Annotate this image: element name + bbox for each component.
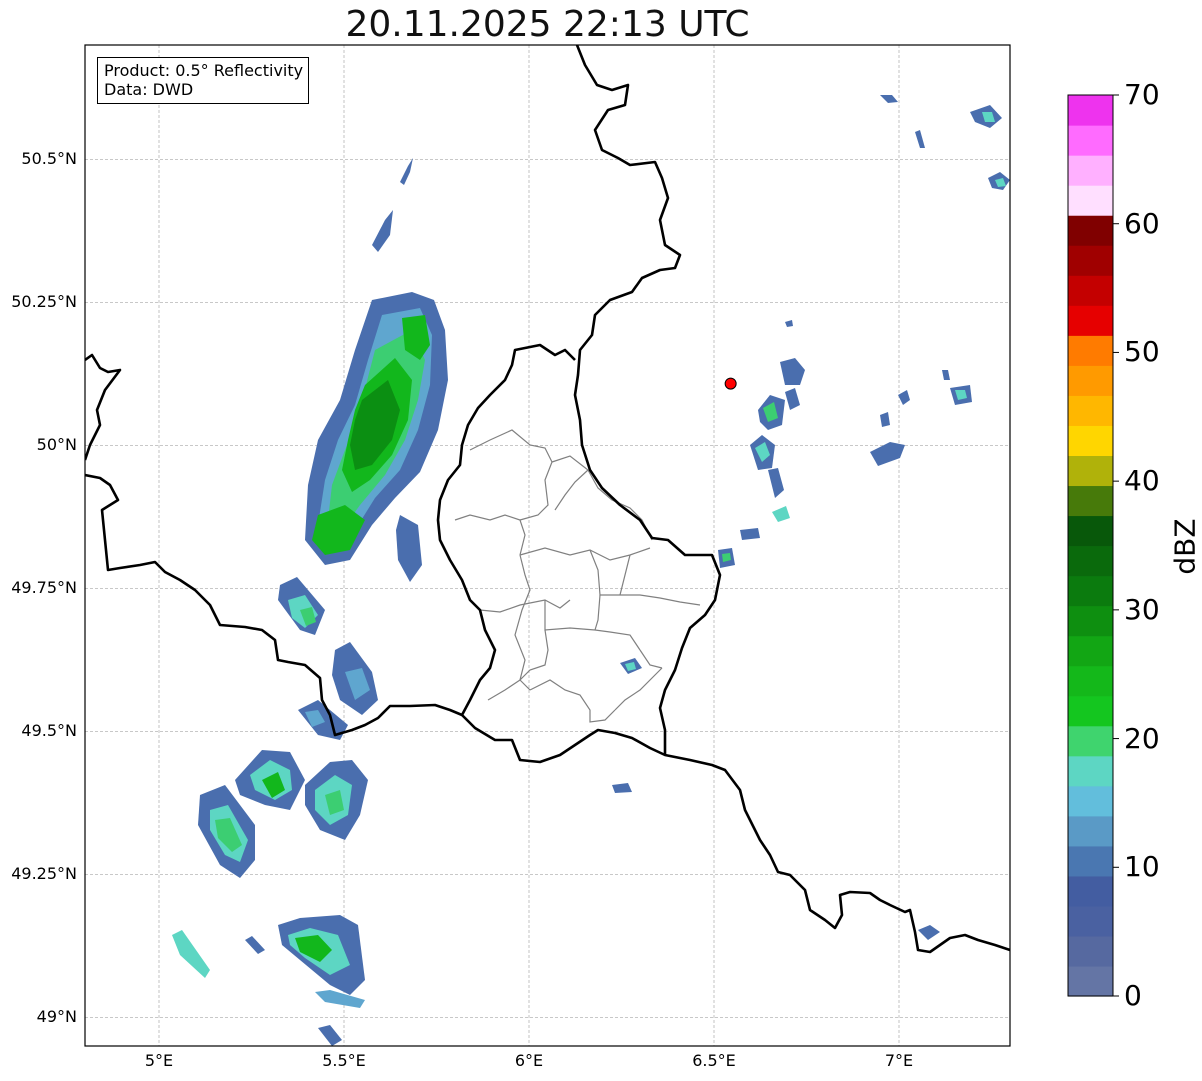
echo-cells-east — [612, 95, 1010, 940]
colorbar-segment — [1068, 845, 1113, 877]
lon-tick-label: 5.5°E — [322, 1051, 366, 1070]
lat-tick-label: 50.25°N — [11, 292, 77, 312]
district-boundaries — [454, 429, 701, 723]
colorbar-segment — [1068, 335, 1113, 366]
colorbar-segment — [1068, 545, 1113, 577]
radar-map[interactable] — [0, 0, 1202, 1081]
colorbar-segment — [1068, 515, 1113, 547]
colorbar-tick-label: 30 — [1124, 592, 1160, 626]
colorbar-tick-label: 70 — [1124, 78, 1160, 111]
radar-site-marker[interactable] — [724, 377, 737, 390]
data-source-text: Data: DWD — [104, 80, 194, 99]
colorbar-tick-label: 20 — [1124, 721, 1160, 755]
colorbar-segment — [1068, 785, 1113, 817]
gridlines — [85, 45, 1010, 1046]
colorbar-segment — [1068, 755, 1113, 787]
lon-tick-label: 6.5°E — [692, 1051, 736, 1070]
colorbar-tick-label: 60 — [1124, 206, 1160, 240]
colorbar-segment — [1068, 395, 1113, 426]
colorbar-segment — [1068, 275, 1113, 306]
colorbar — [1067, 94, 1119, 997]
colorbar-segment — [1068, 575, 1113, 607]
colorbar-segment — [1068, 905, 1113, 937]
colorbar-segment — [1068, 725, 1113, 757]
colorbar-tick-label: 0 — [1124, 979, 1142, 1012]
echo-cells-sw — [172, 750, 368, 1046]
colorbar-label: dBZ — [1168, 518, 1202, 575]
colorbar-segment — [1068, 305, 1113, 336]
colorbar-segment — [1068, 425, 1113, 456]
product-text: Product: 0.5° Reflectivity — [104, 61, 304, 80]
colorbar-segment — [1068, 965, 1113, 997]
colorbar-tick-label: 40 — [1124, 464, 1160, 498]
colorbar-segment — [1068, 935, 1113, 967]
colorbar-segment — [1068, 125, 1113, 156]
colorbar-segment — [1068, 215, 1113, 246]
colorbar-segment — [1068, 485, 1113, 517]
lon-tick-label: 6°E — [514, 1051, 544, 1070]
colorbar-segment — [1068, 875, 1113, 907]
lon-tick-label: 7°E — [884, 1051, 914, 1070]
colorbar-segment — [1068, 455, 1113, 487]
colorbar-tick-label: 50 — [1124, 335, 1160, 369]
lat-tick-label: 49.25°N — [11, 864, 77, 884]
colorbar-segment — [1068, 665, 1113, 697]
lat-tick-label: 50.5°N — [21, 149, 77, 169]
map-frame — [84, 44, 1011, 1047]
lat-tick-label: 49°N — [36, 1007, 77, 1027]
echo-cluster-nw — [305, 158, 448, 582]
lon-tick-label: 5°E — [144, 1051, 174, 1070]
lat-tick-label: 49.5°N — [21, 721, 77, 741]
lat-tick-label: 49.75°N — [11, 578, 77, 598]
lat-tick-label: 50°N — [36, 435, 77, 455]
colorbar-segment — [1068, 695, 1113, 727]
info-box: Product: 0.5° Reflectivity Data: DWD — [97, 57, 310, 104]
colorbar-segment — [1068, 635, 1113, 667]
colorbar-segment — [1068, 815, 1113, 847]
echo-cells-mid-left — [278, 577, 378, 740]
colorbar-segment — [1068, 95, 1113, 126]
colorbar-segment — [1068, 605, 1113, 637]
colorbar-segment — [1068, 245, 1113, 276]
colorbar-segment — [1068, 155, 1113, 186]
colorbar-tick-label: 10 — [1124, 850, 1160, 884]
colorbar-segment — [1068, 185, 1113, 216]
colorbar-segment — [1068, 365, 1113, 396]
